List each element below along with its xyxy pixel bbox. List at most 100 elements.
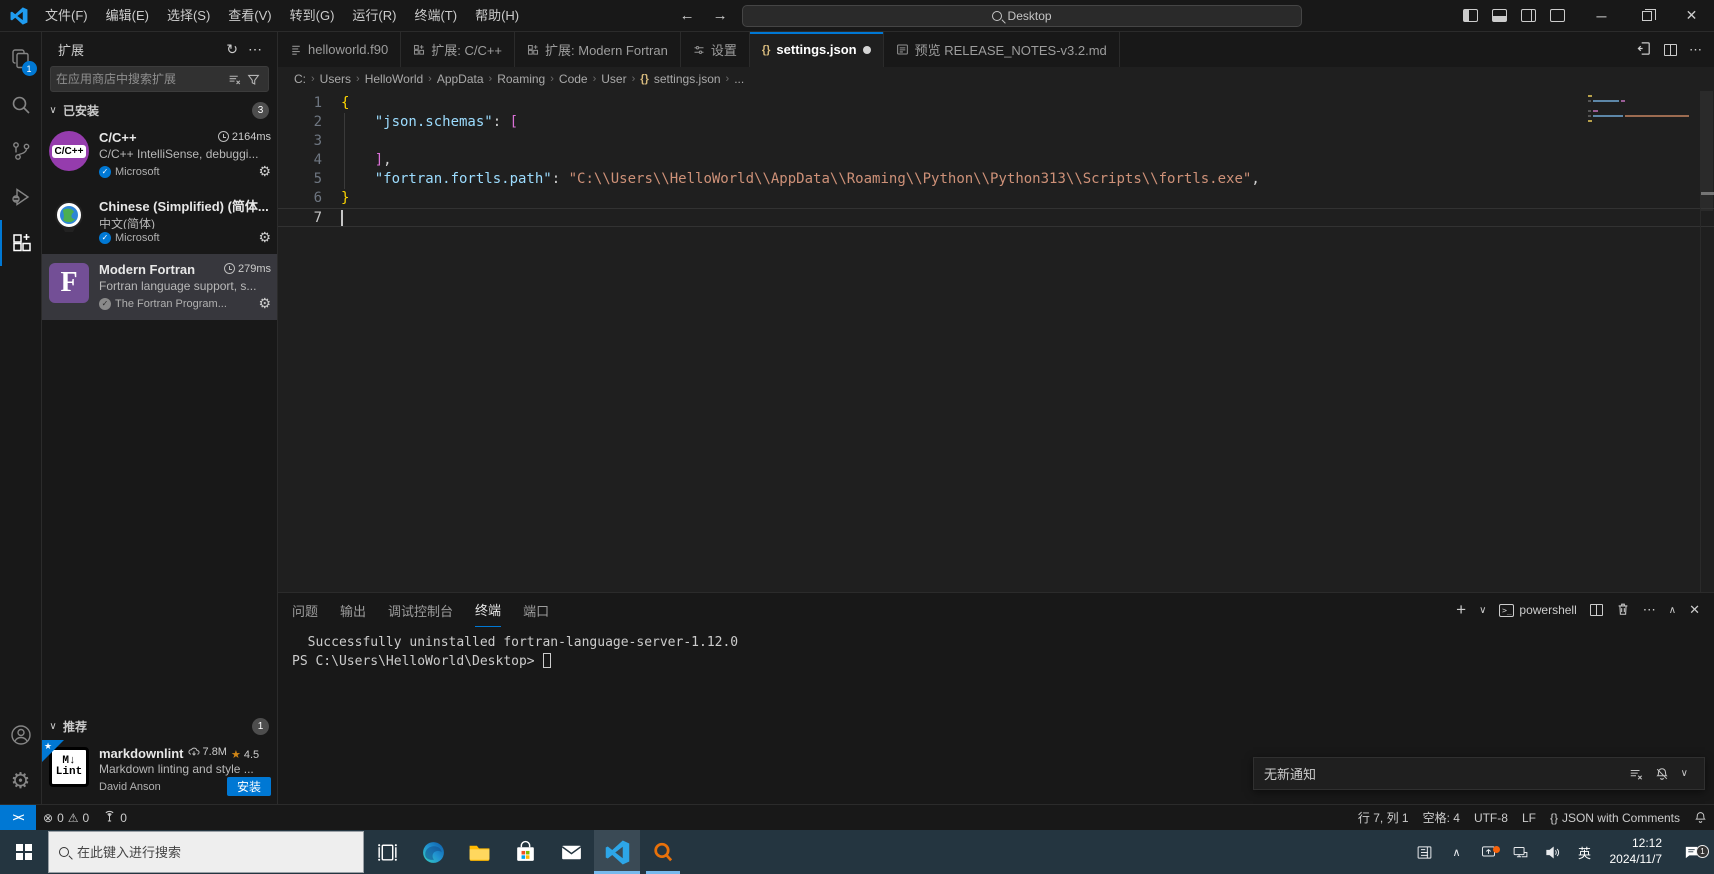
open-settings-ui-icon[interactable] (1637, 41, 1652, 59)
edge-browser-icon[interactable] (410, 830, 456, 874)
search-view-icon[interactable] (0, 82, 42, 128)
action-center-icon[interactable]: 1 (1672, 844, 1710, 861)
menu-edit[interactable]: 编辑(E) (97, 0, 158, 32)
breadcrumb-item[interactable]: ... (734, 72, 744, 86)
manage-gear-icon[interactable]: ⚙ (258, 229, 271, 246)
more-actions-icon[interactable]: ⋯ (1689, 42, 1702, 58)
clear-filter-icon[interactable] (225, 73, 244, 86)
minimap[interactable] (1588, 95, 1698, 125)
breadcrumb-item[interactable]: HelloWorld (365, 72, 423, 86)
manage-gear-icon[interactable]: ⚙ (258, 295, 271, 312)
kill-terminal-icon[interactable] (1616, 602, 1630, 619)
extensions-view-icon[interactable] (0, 220, 42, 266)
extension-item-cpp[interactable]: C/C++ C/C++ 2164ms C/C++ IntelliSense, d… (42, 122, 277, 188)
restore-button[interactable] (1624, 0, 1669, 32)
run-debug-icon[interactable] (0, 174, 42, 220)
encoding[interactable]: UTF-8 (1467, 805, 1515, 830)
language-mode[interactable]: {} JSON with Comments (1543, 805, 1687, 830)
news-widgets-icon[interactable] (1410, 844, 1440, 861)
code-editor[interactable]: 1{ 2 "json.schemas": [ 3 4 ], 5 "fortran… (278, 91, 1714, 592)
volume-icon[interactable] (1538, 844, 1568, 861)
breadcrumb-item[interactable]: AppData (437, 72, 484, 86)
breadcrumb-item[interactable]: Users (320, 72, 351, 86)
breadcrumb-item[interactable]: Roaming (497, 72, 545, 86)
split-terminal-icon[interactable] (1590, 604, 1603, 616)
sync-status-icon[interactable] (1474, 844, 1504, 861)
microsoft-store-icon[interactable] (502, 830, 548, 874)
taskbar-search-input[interactable] (77, 845, 353, 860)
installed-section-header[interactable]: ∨ 已安装 3 (42, 98, 277, 122)
indentation[interactable]: 空格: 4 (1416, 805, 1467, 830)
panel-tab-debug-console[interactable]: 调试控制台 (388, 594, 453, 627)
tab-extension-cpp[interactable]: 扩展: C/C++ (401, 32, 515, 67)
refresh-icon[interactable]: ↻ (221, 41, 243, 58)
menu-view[interactable]: 查看(V) (219, 0, 280, 32)
extensions-search-input[interactable] (56, 72, 225, 86)
remote-indicator[interactable]: >< (0, 805, 36, 830)
do-not-disturb-icon[interactable] (1649, 767, 1675, 781)
install-button[interactable]: 安装 (227, 777, 271, 796)
breadcrumb-item[interactable]: Code (559, 72, 588, 86)
menu-go[interactable]: 转到(G) (281, 0, 344, 32)
terminal-dropdown-icon[interactable]: ∨ (1479, 605, 1486, 616)
cursor-position[interactable]: 行 7, 列 1 (1351, 805, 1416, 830)
panel-tab-terminal[interactable]: 终端 (475, 593, 501, 627)
everything-search-icon[interactable] (640, 830, 686, 874)
explorer-icon[interactable]: 1 (0, 36, 42, 82)
views-more-icon[interactable]: ⋯ (243, 41, 267, 58)
customize-layout-icon[interactable] (1550, 9, 1565, 22)
notifications-bell-icon[interactable] (1687, 805, 1714, 830)
dirty-indicator-icon[interactable] (863, 46, 871, 54)
hide-notifications-icon[interactable]: ∨ (1675, 768, 1694, 779)
new-terminal-icon[interactable]: + (1456, 600, 1466, 620)
filter-icon[interactable] (244, 73, 263, 86)
toggle-secondary-sidebar-icon[interactable] (1521, 9, 1536, 22)
close-panel-icon[interactable]: ✕ (1689, 602, 1700, 618)
split-editor-icon[interactable] (1664, 44, 1677, 56)
extension-item-markdownlint[interactable]: ★ M↓Lint markdownlint 7.8M ★4.5 Markdown… (42, 738, 277, 804)
recommended-section-header[interactable]: ∨ 推荐 1 (42, 714, 277, 738)
hidden-icons-chevron[interactable]: ∧ (1442, 846, 1472, 859)
extension-item-modern-fortran[interactable]: F Modern Fortran 279ms Fortran language … (42, 254, 277, 320)
menu-file[interactable]: 文件(F) (36, 0, 97, 32)
maximize-panel-icon[interactable]: ∧ (1669, 605, 1676, 616)
close-button[interactable]: ✕ (1669, 0, 1714, 32)
breadcrumb-item[interactable]: C: (294, 72, 306, 86)
toggle-panel-icon[interactable] (1492, 9, 1507, 22)
panel-tab-ports[interactable]: 端口 (523, 594, 549, 627)
ime-indicator[interactable]: 英 (1570, 843, 1600, 862)
clear-all-notifications-icon[interactable] (1623, 767, 1649, 781)
ports-status[interactable]: 0 (96, 805, 134, 830)
terminal-instance[interactable]: >_ powershell (1499, 603, 1576, 617)
mail-icon[interactable] (548, 830, 594, 874)
menu-selection[interactable]: 选择(S) (158, 0, 219, 32)
minimize-button[interactable]: ─ (1579, 0, 1624, 32)
problems-status[interactable]: ⊗0 ⚠0 (36, 805, 96, 830)
menu-run[interactable]: 运行(R) (343, 0, 405, 32)
manage-gear-icon[interactable]: ⚙ (258, 163, 271, 180)
task-view-button[interactable] (364, 830, 410, 874)
tab-settings[interactable]: 设置 (681, 32, 750, 67)
tab-settings-json[interactable]: {} settings.json (750, 32, 884, 67)
tab-helloworld-f90[interactable]: helloworld.f90 (278, 32, 401, 67)
taskbar-clock[interactable]: 12:12 2024/11/7 (1602, 836, 1671, 867)
file-explorer-icon[interactable] (456, 830, 502, 874)
editor-scrollbar[interactable] (1700, 91, 1714, 592)
network-display-icon[interactable] (1506, 844, 1536, 861)
panel-tab-problems[interactable]: 问题 (292, 594, 318, 627)
vscode-taskbar-icon[interactable] (594, 830, 640, 874)
start-button[interactable] (0, 830, 48, 874)
menu-help[interactable]: 帮助(H) (466, 0, 528, 32)
panel-more-icon[interactable]: ⋯ (1643, 602, 1656, 618)
settings-gear-icon[interactable]: ⚙ (0, 758, 42, 804)
account-icon[interactable] (0, 712, 42, 758)
panel-tab-output[interactable]: 输出 (340, 594, 366, 627)
breadcrumb-item[interactable]: User (601, 72, 626, 86)
tab-preview-release-notes[interactable]: 预览 RELEASE_NOTES-v3.2.md (884, 32, 1120, 67)
eol-sequence[interactable]: LF (1515, 805, 1543, 830)
forward-arrow-icon[interactable]: → (709, 7, 732, 24)
toggle-sidebar-icon[interactable] (1463, 9, 1478, 22)
back-arrow-icon[interactable]: ← (676, 7, 699, 24)
breadcrumb-item[interactable]: settings.json (654, 72, 721, 86)
extension-item-chinese[interactable]: Chinese (Simplified) (简体... 中文(简体) ✓Micr… (42, 188, 277, 254)
